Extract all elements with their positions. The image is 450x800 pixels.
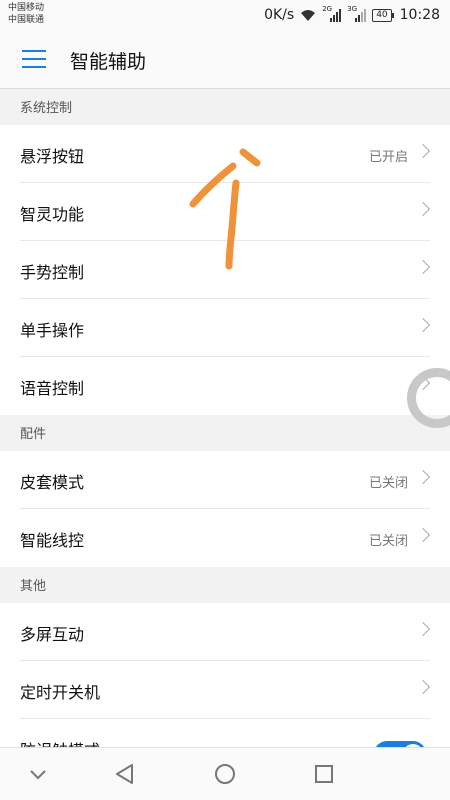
- status-bar: 中国移动 中国联通 0K/s 2G 3G 40 10:28: [0, 0, 450, 30]
- back-icon[interactable]: [111, 760, 139, 788]
- battery-level: 40: [372, 8, 392, 22]
- chevron-right-icon: [415, 469, 431, 485]
- row-label: 防误触模式: [20, 737, 100, 747]
- row-label: 智灵功能: [20, 205, 85, 224]
- section-header-accessories: 配件: [0, 415, 450, 451]
- row-label: 语音控制: [20, 379, 85, 398]
- row-voice-control[interactable]: 语音控制: [0, 357, 450, 415]
- section-header-other: 其他: [0, 567, 450, 603]
- chevron-right-icon: [415, 621, 431, 637]
- chevron-right-icon: [415, 143, 431, 159]
- row-label: 多屏互动: [20, 625, 85, 644]
- page-title: 智能辅助: [70, 51, 147, 73]
- row-pocket-mode[interactable]: 防误触模式: [0, 719, 450, 747]
- row-label: 定时开关机: [20, 683, 101, 702]
- menu-icon[interactable]: [22, 50, 46, 68]
- section-header-system-control: 系统控制: [0, 89, 450, 125]
- row-label: 智能线控: [20, 531, 85, 550]
- row-smart-wire-control[interactable]: 智能线控 已关闭: [0, 509, 450, 567]
- row-smart-feature[interactable]: 智灵功能: [0, 183, 450, 241]
- row-value: 已开启: [368, 150, 408, 165]
- app-bar: 智能辅助: [0, 30, 450, 89]
- battery-icon: 40: [372, 8, 394, 22]
- navigation-bar: [0, 747, 450, 800]
- row-one-hand-mode[interactable]: 单手操作: [0, 299, 450, 357]
- chevron-right-icon: [415, 259, 431, 275]
- row-label: 单手操作: [20, 321, 85, 340]
- row-cover-mode[interactable]: 皮套模式 已关闭: [0, 451, 450, 509]
- row-scheduled-power[interactable]: 定时开关机: [0, 661, 450, 719]
- chevron-right-icon: [415, 317, 431, 333]
- row-value: 已关闭: [368, 534, 408, 549]
- chevron-right-icon: [415, 527, 431, 543]
- row-label: 悬浮按钮: [20, 147, 85, 166]
- row-value: 已关闭: [368, 476, 408, 491]
- row-floating-button[interactable]: 悬浮按钮 已开启: [0, 125, 450, 183]
- collapse-icon[interactable]: [24, 760, 52, 788]
- chevron-right-icon: [415, 201, 431, 217]
- signal-icon: 3G: [347, 5, 367, 22]
- clock: 10:28: [399, 7, 440, 23]
- carrier-2: 中国联通: [8, 15, 45, 25]
- wifi-icon: [301, 9, 316, 21]
- signal-icon: 2G: [322, 5, 342, 22]
- status-indicators: 0K/s 2G 3G 40 10:28: [264, 5, 440, 25]
- row-label: 手势控制: [20, 263, 85, 282]
- row-multi-screen[interactable]: 多屏互动: [0, 603, 450, 661]
- row-label: 皮套模式: [20, 473, 85, 492]
- network-type-2: 3G: [347, 5, 358, 13]
- chevron-right-icon: [415, 679, 431, 695]
- carrier-1: 中国移动: [8, 3, 45, 13]
- settings-list: 系统控制 悬浮按钮 已开启 智灵功能 手势控制 单手操作 语音控制 配件 皮套模…: [0, 89, 450, 747]
- recents-icon[interactable]: [310, 760, 338, 788]
- carrier-info: 中国移动 中国联通: [8, 2, 44, 26]
- row-gesture-control[interactable]: 手势控制: [0, 241, 450, 299]
- home-icon[interactable]: [211, 760, 239, 788]
- network-speed: 0K/s: [264, 7, 295, 23]
- network-type-1: 2G: [322, 5, 333, 13]
